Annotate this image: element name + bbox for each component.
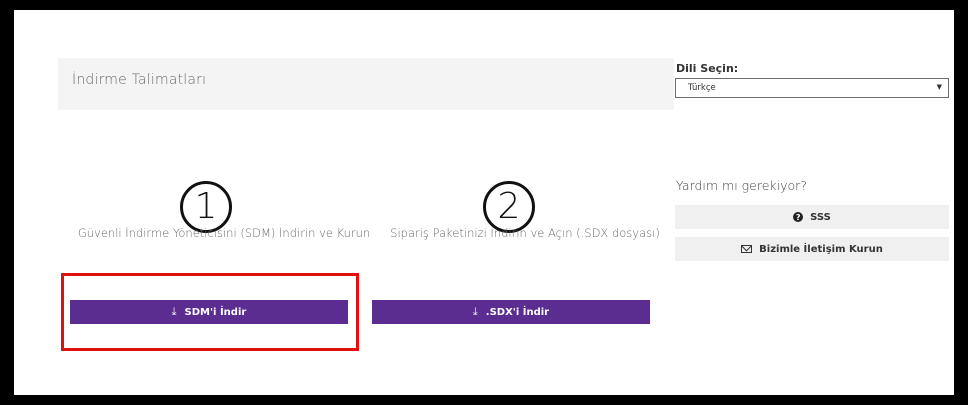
language-select[interactable]: Türkçe ▼ — [675, 78, 949, 98]
language-label: Dili Seçin: — [676, 62, 739, 75]
question-circle-icon: ? — [793, 212, 804, 222]
chevron-down-icon: ▼ — [936, 83, 942, 91]
faq-button[interactable]: ? SSS — [675, 205, 949, 229]
page-frame: İndirme Talimatları Dili Seçin: Türkçe ▼… — [14, 10, 954, 395]
header-bar: İndirme Talimatları — [58, 58, 674, 110]
step-1-text: Güvenli İndirme Yöneticisini (SDM) İndir… — [77, 226, 371, 240]
language-selected-value: Türkçe — [688, 83, 716, 93]
help-title: Yardım mı gerekiyor? — [676, 178, 807, 193]
envelope-icon — [741, 245, 753, 253]
faq-label: SSS — [810, 211, 831, 223]
download-sdx-button[interactable]: ⤓ .SDX'i İndir — [372, 300, 650, 324]
step-2-text: Sipariş Paketinizi İndirin ve Açın (.SDX… — [390, 226, 660, 240]
highlight-box — [61, 273, 359, 351]
download-icon: ⤓ — [472, 305, 478, 318]
download-sdx-label: .SDX'i İndir — [485, 306, 550, 318]
contact-button[interactable]: Bizimle İletişim Kurun — [675, 237, 949, 261]
contact-label: Bizimle İletişim Kurun — [759, 243, 883, 255]
page-title: İndirme Talimatları — [72, 72, 207, 88]
